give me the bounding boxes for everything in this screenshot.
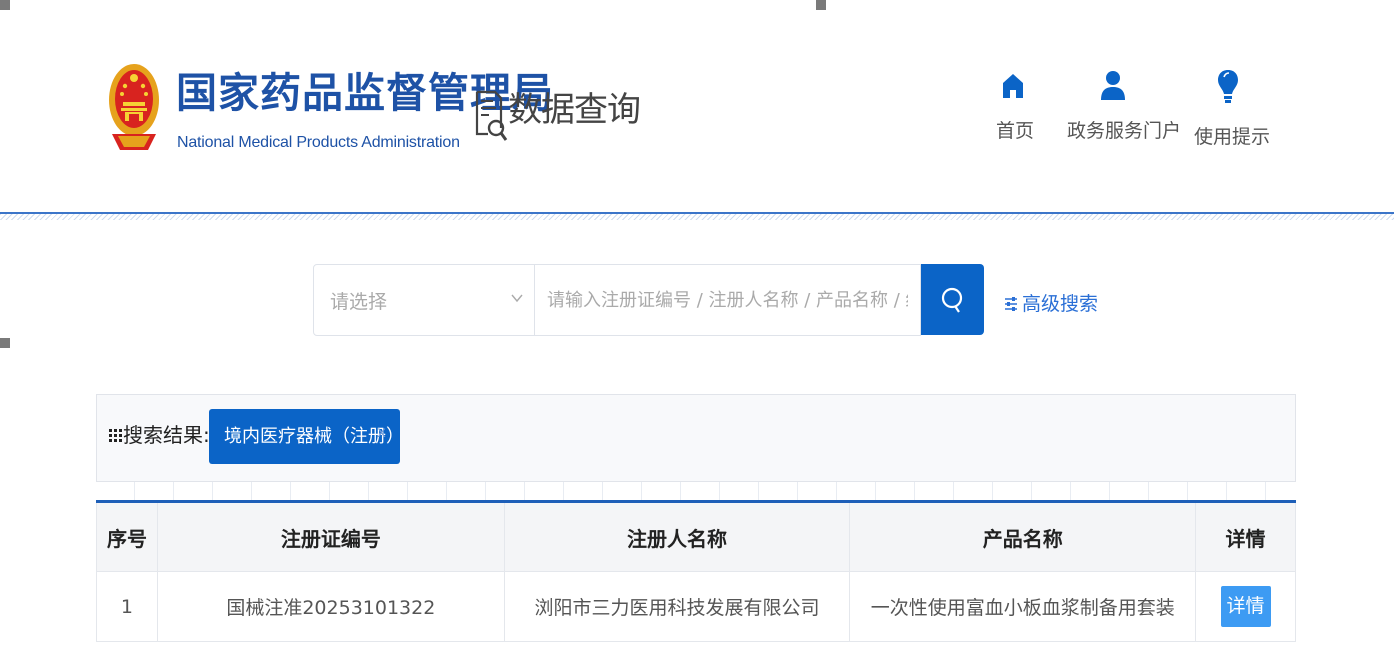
result-label-text: 搜索结果: <box>123 423 210 447</box>
data-query-title: 数据查询 <box>508 90 641 130</box>
cell-detail: 详情 <box>1195 571 1296 642</box>
table-row: 1 国械注准20253101322 浏阳市三力医用科技发展有限公司 一次性使用富… <box>96 571 1296 642</box>
document-search-icon <box>475 90 508 141</box>
chip-close-button[interactable]: x <box>377 423 386 441</box>
corner-marker <box>0 338 10 348</box>
table-header-row: 序号 注册证编号 注册人名称 产品名称 详情 <box>96 501 1296 572</box>
advanced-search-label: 高级搜索 <box>1022 293 1099 315</box>
cell-reg-no: 国械注准20253101322 <box>156 571 505 642</box>
site-header: 国家药品监督管理局 National Medical Products Admi… <box>0 0 1394 220</box>
col-header-detail: 详情 <box>1195 501 1296 572</box>
nav-usage-tips-label: 使用提示 <box>1194 126 1271 148</box>
advanced-search-link[interactable]: 高级搜索 <box>1004 289 1098 316</box>
header-hatch <box>0 214 1394 220</box>
user-icon <box>1101 71 1125 100</box>
search-button[interactable] <box>921 264 984 335</box>
search-icon <box>941 287 963 313</box>
detail-button[interactable]: 详情 <box>1220 586 1271 627</box>
nav-gov-portal-label: 政务服务门户 <box>1067 120 1182 142</box>
col-header-registrant: 注册人名称 <box>503 501 851 572</box>
national-emblem-icon <box>109 64 159 150</box>
cell-index: 1 <box>96 571 158 642</box>
sliders-icon <box>1005 297 1017 311</box>
nav-home-link[interactable]: 首页 <box>996 68 1034 143</box>
col-header-index: 序号 <box>96 501 158 572</box>
results-table: 序号 注册证编号 注册人名称 产品名称 详情 1 国械注准20253101322… <box>96 500 1296 642</box>
filter-chip: 境内医疗器械（注册） x <box>209 409 404 464</box>
chevron-down-icon <box>511 294 523 303</box>
category-select[interactable]: 请选择 <box>313 264 535 336</box>
search-result-bar: 搜索结果: 境内医疗器械（注册） x <box>96 394 1296 482</box>
nav-home-label: 首页 <box>996 120 1035 142</box>
cell-registrant: 浏阳市三力医用科技发展有限公司 <box>503 571 851 642</box>
result-label: 搜索结果: <box>109 419 210 448</box>
nav-gov-portal-link[interactable]: 政务服务门户 <box>1067 68 1181 143</box>
col-header-reg-no: 注册证编号 <box>156 501 505 572</box>
lightbulb-icon <box>1218 70 1238 103</box>
category-select-value: 请选择 <box>330 291 388 313</box>
cell-product: 一次性使用富血小板血浆制备用套装 <box>849 571 1197 642</box>
search-input[interactable] <box>535 264 921 336</box>
nav-usage-tips-link[interactable]: 使用提示 <box>1194 68 1270 149</box>
separator-hatch <box>96 482 1296 502</box>
home-icon <box>1003 74 1023 98</box>
org-name-en: National Medical Products Administration <box>177 134 460 151</box>
col-header-product: 产品名称 <box>849 501 1197 572</box>
grid-icon <box>109 429 122 442</box>
